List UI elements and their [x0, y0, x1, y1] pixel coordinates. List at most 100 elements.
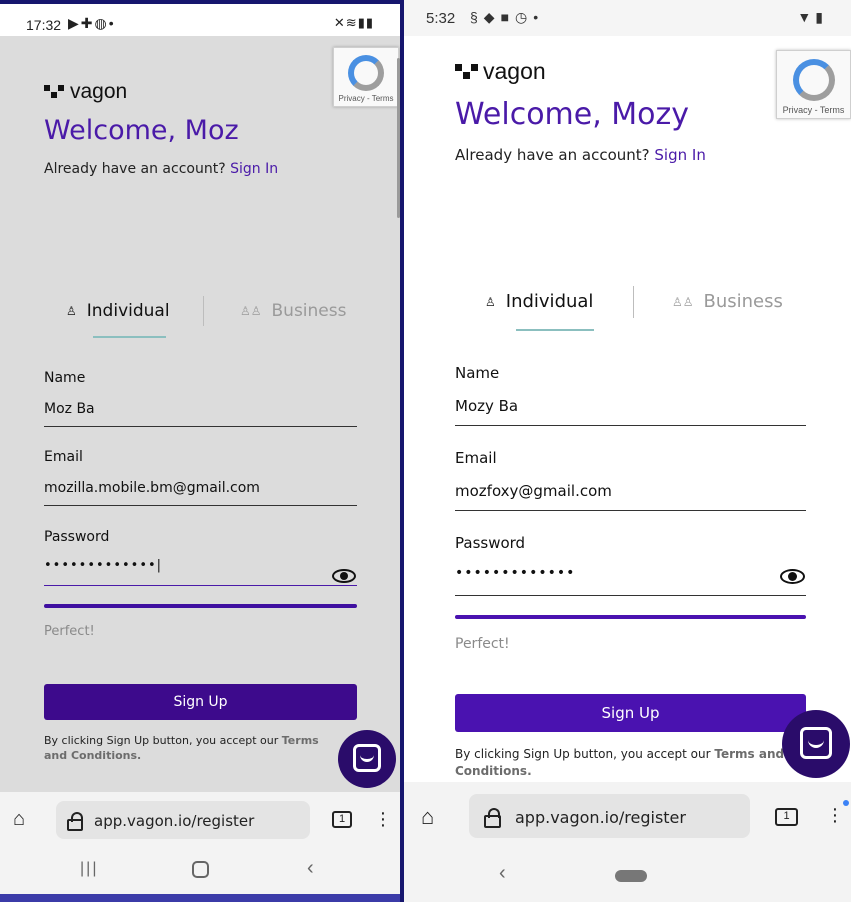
name-underline [44, 426, 357, 427]
tab-business-label: Business [271, 301, 347, 321]
terms-prefix: By clicking Sign Up button, you accept o… [455, 747, 711, 761]
puzzle-icon: ✚ [80, 15, 95, 31]
vagon-mark-icon [455, 63, 478, 80]
sign-up-button[interactable]: Sign Up [455, 694, 806, 732]
home-nav-icon[interactable] [192, 861, 209, 878]
recaptcha-text[interactable]: Privacy - Terms [777, 105, 850, 115]
conditions-link[interactable]: Conditions. [455, 764, 532, 778]
vagon-logo: vagon [44, 80, 127, 104]
status-system-icons: ✕≋▮▮ [334, 15, 374, 31]
name-label: Name [44, 370, 86, 386]
tab-active-underline [516, 329, 594, 331]
tab-individual-label: Individual [86, 301, 170, 321]
address-bar[interactable]: app.vagon.io/register [469, 794, 750, 838]
vagon-wordmark: vagon [70, 80, 128, 103]
terms-link[interactable]: Terms [282, 734, 319, 747]
person-icon: ♙ [485, 294, 496, 309]
conditions-link[interactable]: and Conditions. [44, 749, 141, 762]
battery-icon: ▮ [815, 9, 827, 25]
group-icon: ♙♙ [240, 304, 262, 318]
tab-switcher-button[interactable]: 1 [332, 811, 352, 828]
more-menu-icon[interactable]: · · · [376, 803, 390, 835]
show-password-eye-icon[interactable] [780, 569, 805, 584]
chat-launcher-button[interactable] [338, 730, 396, 788]
already-text: Already have an account? [44, 161, 226, 177]
name-underline [455, 425, 806, 426]
wifi-icon: ≋ [345, 15, 358, 30]
already-have-account: Already have an account? Sign In [44, 161, 278, 177]
tab-switcher-button[interactable]: 1 [775, 808, 798, 826]
password-strength-text: Perfect! [455, 636, 510, 652]
tab-divider [633, 286, 634, 318]
page-scrollbar[interactable] [397, 58, 400, 218]
password-input[interactable]: •••••••••••••| [44, 558, 162, 573]
tab-individual[interactable]: ♙ Individual [66, 301, 170, 321]
status-notification-icons: §◆■◷• [470, 9, 544, 26]
clock-icon: ◷ [515, 9, 534, 25]
name-input[interactable]: Moz Ba [44, 401, 95, 417]
email-label: Email [44, 449, 83, 465]
url-text[interactable]: app.vagon.io/register [515, 808, 686, 827]
password-strength-bar [44, 604, 357, 608]
sign-up-button[interactable]: Sign Up [44, 684, 357, 720]
recent-apps-icon[interactable]: ||| [80, 860, 98, 878]
mute-icon: ✕ [333, 15, 346, 30]
chat-launcher-button[interactable] [782, 710, 850, 778]
lock-icon [67, 812, 83, 831]
youtube-icon: ▶ [68, 15, 81, 31]
recaptcha-icon [348, 55, 384, 91]
email-input[interactable]: mozilla.mobile.bm@gmail.com [44, 480, 260, 496]
back-nav-icon[interactable]: ‹ [499, 862, 506, 885]
battery-icon: ▮ [365, 15, 374, 30]
address-bar[interactable]: app.vagon.io/register [56, 801, 310, 839]
password-label: Password [455, 534, 526, 552]
tab-business-label: Business [703, 291, 783, 312]
recaptcha-icon [792, 59, 835, 101]
recaptcha-text[interactable]: Privacy - Terms [334, 94, 398, 103]
sign-in-link[interactable]: Sign In [654, 146, 705, 164]
group-icon: ♙♙ [672, 294, 694, 309]
wifi-icon: ▼ [797, 9, 816, 25]
recaptcha-badge[interactable]: Privacy - Terms [776, 50, 851, 119]
more-menu-icon[interactable]: · · · [828, 799, 842, 831]
terms-text: By clicking Sign Up button, you accept o… [455, 746, 795, 780]
shield-icon: ◆ [483, 9, 501, 25]
show-password-eye-icon[interactable] [332, 569, 356, 583]
already-have-account: Already have an account? Sign In [455, 146, 706, 164]
browser-toolbar: ⌂ app.vagon.io/register 1 · · · [0, 792, 400, 848]
home-pill[interactable] [615, 870, 647, 882]
status-bar: 17:32 ▶✚◍• ✕≋▮▮ [0, 4, 400, 36]
password-underline [455, 595, 806, 596]
email-underline [455, 510, 806, 511]
password-input[interactable]: ••••••••••••• [455, 565, 575, 581]
recaptcha-badge[interactable]: Privacy - Terms [333, 47, 399, 107]
tab-active-underline [93, 336, 166, 338]
tab-business[interactable]: ♙♙ Business [240, 301, 346, 321]
web-page: Privacy - Terms vagon Welcome, Mozy Alre… [404, 36, 851, 782]
home-icon[interactable]: ⌂ [13, 808, 25, 831]
vagon-wordmark: vagon [483, 58, 546, 84]
sign-in-link[interactable]: Sign In [230, 161, 278, 177]
tab-business[interactable]: ♙♙ Business [672, 291, 783, 312]
name-input[interactable]: Mozy Ba [455, 397, 518, 415]
terms-link[interactable]: Terms and [714, 747, 784, 761]
home-icon[interactable]: ⌂ [421, 804, 434, 830]
dot-icon: • [108, 15, 116, 31]
status-time: 17:32 [26, 17, 62, 33]
back-nav-icon[interactable]: ‹ [307, 857, 314, 880]
left-phone-screen: 17:32 ▶✚◍• ✕≋▮▮ Privacy - Terms vagon We… [0, 0, 402, 902]
status-time: 5:32 [426, 10, 456, 27]
terms-prefix: By clicking Sign Up button, you accept o… [44, 734, 279, 747]
url-text[interactable]: app.vagon.io/register [94, 812, 254, 830]
status-notification-icons: ▶✚◍• [68, 15, 116, 32]
email-underline [44, 505, 357, 506]
terms-text: By clicking Sign Up button, you accept o… [44, 733, 344, 764]
password-strength-bar [455, 615, 806, 619]
square-icon: ■ [500, 9, 516, 25]
email-input[interactable]: mozfoxy@gmail.com [455, 482, 612, 500]
android-nav-bar: ||| ‹ [0, 848, 400, 894]
tab-individual[interactable]: ♙ Individual [485, 291, 593, 312]
vagon-mark-icon [44, 85, 64, 99]
bottom-strip [0, 894, 400, 902]
android-nav-bar: ‹ [404, 852, 851, 902]
